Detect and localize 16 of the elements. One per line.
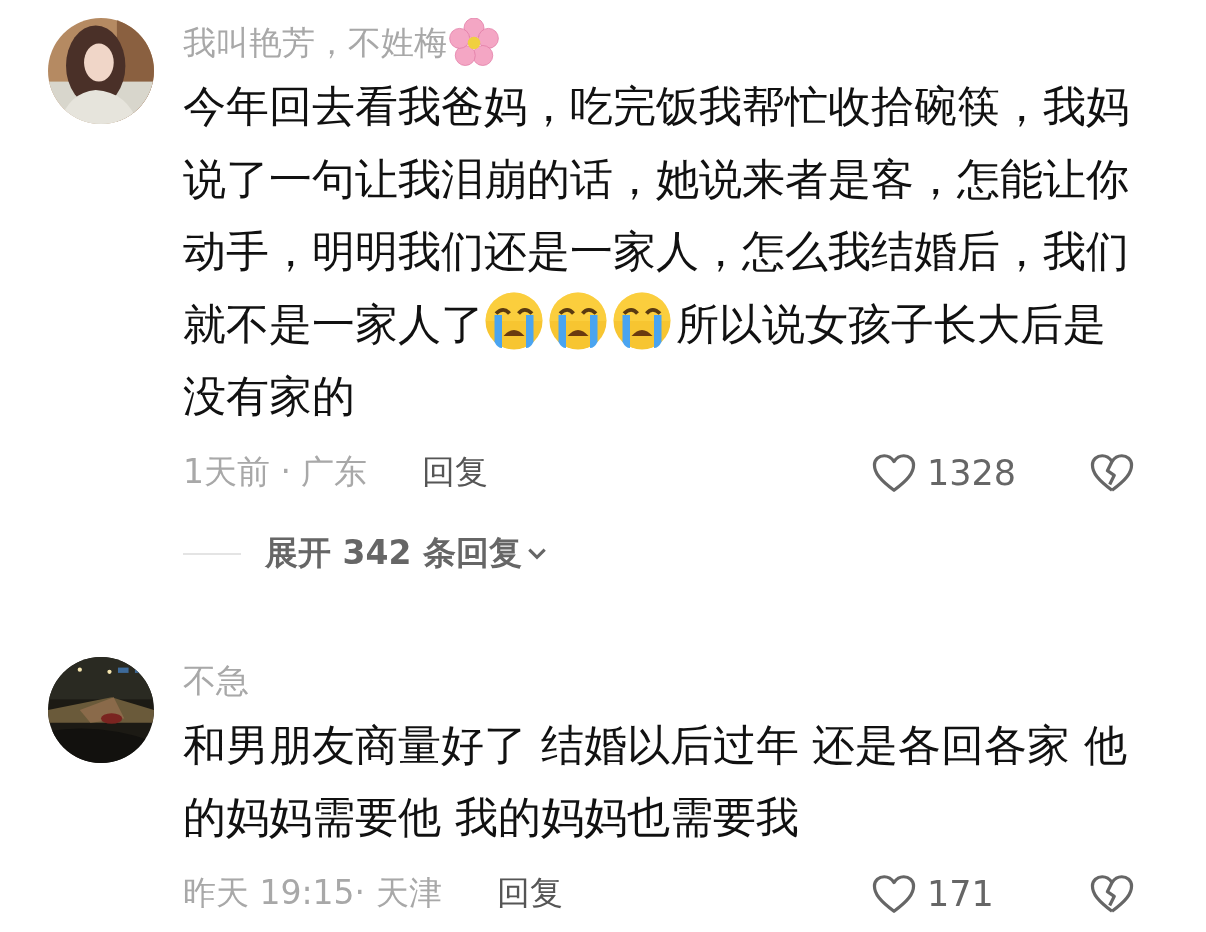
time-location: 1天前 · 广东: [183, 451, 368, 493]
comment-text: 今年回去看我爸妈，吃完饭我帮忙收拾碗筷，我妈说了一句让我泪崩的话，她说来者是客，怎能让你动手，明明我们还是一家人，怎么我结婚后，我们就不是一家人了 所以说女孩子长大后是没有家的: [183, 80, 1130, 423]
broken-heart-icon[interactable]: [1089, 872, 1135, 915]
comment-text: 和男朋友商量好了 结婚以后过年 还是各回各家 他的妈妈需要他 我的妈妈也需要我: [183, 718, 1128, 844]
heart-icon[interactable]: [871, 872, 917, 915]
time-location: 昨天 19:15· 天津: [183, 872, 442, 914]
crying-face-icon: [484, 290, 544, 351]
like-count: 1328: [927, 452, 1017, 493]
crying-face-icon: [612, 290, 672, 351]
reply-button[interactable]: 回复: [496, 871, 563, 916]
heart-icon[interactable]: [871, 451, 917, 494]
broken-heart-icon[interactable]: [1089, 451, 1135, 494]
reply-button[interactable]: 回复: [422, 450, 489, 495]
like-count: 171: [927, 873, 995, 914]
expand-replies-button[interactable]: 展开 342 条回复: [265, 531, 548, 576]
crying-face-icon: [548, 290, 608, 351]
